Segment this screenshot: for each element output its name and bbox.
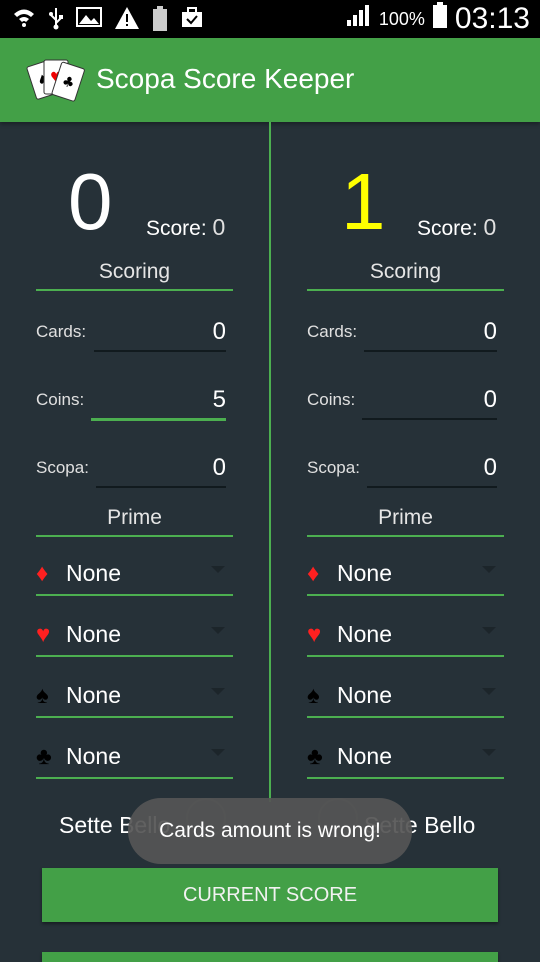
spade-icon: ♠ (307, 682, 320, 709)
scopa-label: Scopa: (36, 458, 89, 477)
scopa-label: Scopa: (307, 458, 360, 477)
player-2-coins-input[interactable]: 0 (362, 386, 497, 420)
player-1-prime-clubs-select[interactable]: ♣ None (36, 741, 233, 779)
coins-label: Coins: (36, 390, 85, 409)
scoring-header: Scoring (36, 260, 233, 291)
scoring-header: Scoring (307, 260, 504, 291)
player-2-round-score: 0 (483, 214, 497, 240)
player-1-coins-input[interactable]: 5 (91, 386, 226, 421)
warning-icon (114, 6, 140, 38)
clock: 03:13 (454, 2, 530, 35)
player-1-prime-diamonds-select[interactable]: ♦ None (36, 558, 233, 596)
battery-percent: 100% (378, 8, 425, 29)
diamond-icon: ♦ (36, 560, 49, 587)
diamond-icon: ♦ (307, 560, 320, 587)
app-bar: ♠ ♥ ♣ Scopa Score Keeper (0, 38, 540, 122)
toast-message: Cards amount is wrong! (128, 798, 412, 864)
score-label-text: Score: (417, 217, 478, 240)
dropdown-arrow-icon (211, 627, 225, 634)
prime-value: None (337, 621, 392, 647)
player-1-scopa-input[interactable]: 0 (96, 454, 226, 488)
coins-label: Coins: (307, 390, 356, 409)
dropdown-arrow-icon (211, 749, 225, 756)
player-2-total-score: 1 (341, 157, 386, 246)
dropdown-arrow-icon (211, 688, 225, 695)
player-2-prime-hearts-select[interactable]: ♥ None (307, 619, 504, 657)
player-1-prime-spades-select[interactable]: ♠ None (36, 680, 233, 718)
battery-icon (432, 2, 447, 36)
prime-value: None (337, 743, 392, 769)
signal-icon (345, 2, 371, 36)
image-icon (76, 6, 102, 38)
next-button-partial[interactable] (42, 952, 498, 962)
prime-value: None (66, 743, 121, 769)
heart-icon: ♥ (36, 621, 51, 648)
prime-value: None (337, 560, 392, 586)
player-2-score-label: Score: 0 (417, 214, 496, 241)
wifi-icon (12, 6, 36, 38)
bag-check-icon (180, 6, 204, 38)
current-score-button[interactable]: CURRENT SCORE (42, 868, 498, 922)
cards-label: Cards: (36, 322, 87, 341)
player-2-cards-input[interactable]: 0 (364, 318, 497, 352)
dropdown-arrow-icon (211, 566, 225, 573)
player-2-scopa-input[interactable]: 0 (367, 454, 497, 488)
player-1-panel: 0 Score: 0 Scoring Cards: 0 Coins: 5 Sco… (0, 122, 270, 802)
prime-value: None (66, 682, 121, 708)
heart-icon: ♥ (307, 621, 322, 648)
prime-value: None (66, 560, 121, 586)
club-icon: ♣ (36, 743, 52, 770)
cards-logo-icon: ♠ ♥ ♣ (26, 52, 86, 108)
app-title: Scopa Score Keeper (96, 63, 355, 94)
player-1-score-label: Score: 0 (146, 214, 225, 241)
dropdown-arrow-icon (482, 749, 496, 756)
prime-header: Prime (36, 506, 233, 537)
player-2-prime-spades-select[interactable]: ♠ None (307, 680, 504, 718)
cards-label: Cards: (307, 322, 358, 341)
club-icon: ♣ (307, 743, 323, 770)
battery-saver-icon (152, 6, 168, 38)
player-1-prime-hearts-select[interactable]: ♥ None (36, 619, 233, 657)
prime-value: None (337, 682, 392, 708)
player-2-panel: 1 Score: 0 Scoring Cards: 0 Coins: 0 Sco… (271, 122, 540, 802)
usb-icon (48, 6, 64, 38)
prime-value: None (66, 621, 121, 647)
status-bar: 100% 03:13 (0, 0, 540, 38)
player-2-prime-diamonds-select[interactable]: ♦ None (307, 558, 504, 596)
dropdown-arrow-icon (482, 627, 496, 634)
dropdown-arrow-icon (482, 688, 496, 695)
player-1-total-score: 0 (68, 157, 113, 246)
prime-header: Prime (307, 506, 504, 537)
player-1-round-score: 0 (212, 214, 226, 240)
dropdown-arrow-icon (482, 566, 496, 573)
spade-icon: ♠ (36, 682, 49, 709)
player-2-prime-clubs-select[interactable]: ♣ None (307, 741, 504, 779)
player-1-cards-input[interactable]: 0 (94, 318, 226, 352)
score-label-text: Score: (146, 217, 207, 240)
